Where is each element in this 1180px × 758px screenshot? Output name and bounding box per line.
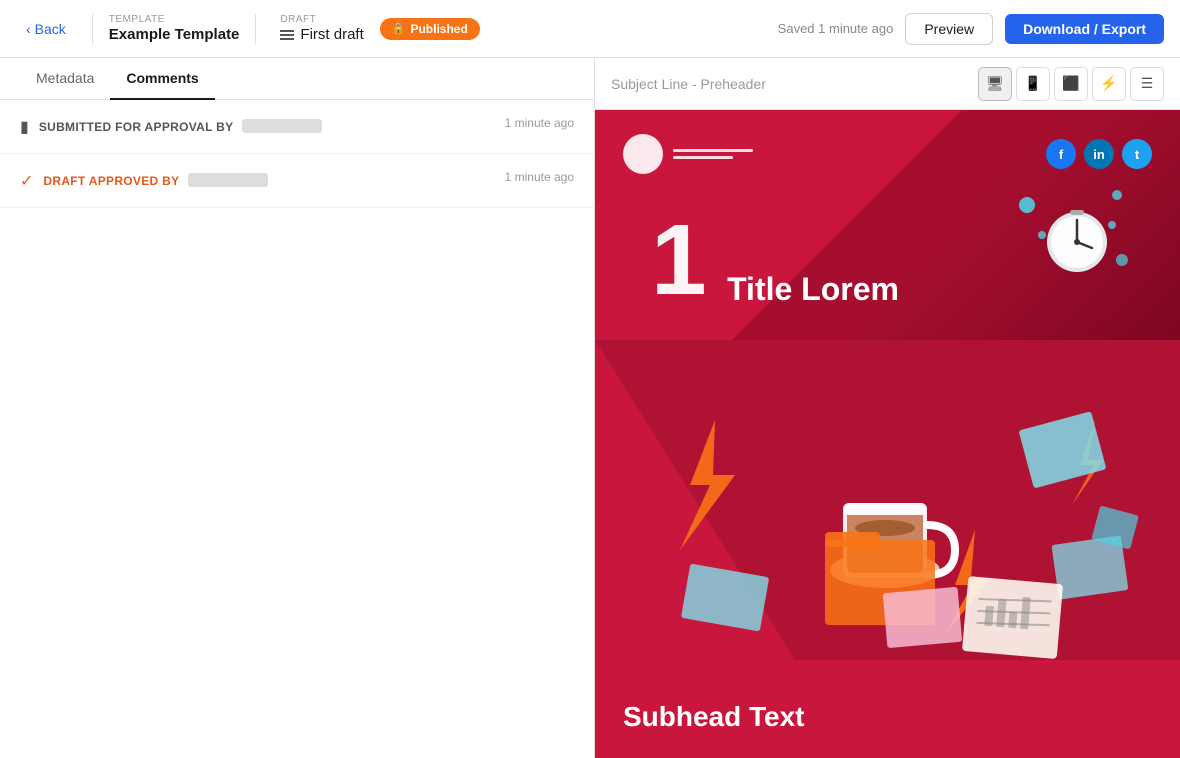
draft-menu-icon[interactable] [280,30,294,40]
back-button[interactable]: ‹ Back [16,15,76,43]
comment-item-2: ✓ DRAFT APPROVED BY 1 minute ago [0,154,594,208]
illustration-area [595,340,1180,665]
app-header: ‹ Back TEMPLATE Example Template DRAFT F… [0,0,1180,58]
bookmark-icon: ▮ [20,117,29,137]
email-hero: 1 Title Lorem [623,190,1152,340]
subject-line-label: Subject Line - Preheader [611,76,766,92]
comment-left: ▮ SUBMITTED FOR APPROVAL BY [20,116,493,137]
preview-header: Subject Line - Preheader 🖥 📱 ⬛ ⚡ ☰ [595,58,1180,110]
main-layout: Metadata Comments ▮ SUBMITTED FOR APPROV… [0,58,1180,758]
split-view-button[interactable]: ⬛ [1054,67,1088,101]
email-canvas: f in t 1 Title Lorem [595,110,1180,758]
check-icon: ✓ [20,171,33,191]
linkedin-icon[interactable]: in [1084,139,1114,169]
comment-user-blur [242,119,322,133]
hero-number: 1 [651,210,707,310]
template-info: TEMPLATE Example Template [109,14,240,43]
lock-icon: 🔒 [392,22,406,35]
logo-line-2 [673,156,733,159]
mobile-view-button[interactable]: 📱 [1016,67,1050,101]
preheader-text: Preheader [701,76,766,92]
comment-label: SUBMITTED FOR APPROVAL BY [39,120,234,134]
preview-button[interactable]: Preview [905,13,993,45]
email-preview: f in t 1 Title Lorem [595,110,1180,758]
comment-time: 1 minute ago [505,116,574,130]
saved-status: Saved 1 minute ago [778,21,894,36]
published-badge: 🔒 Published [380,18,480,40]
draft-info: DRAFT First draft [280,14,363,43]
template-label: TEMPLATE [109,14,240,25]
list-icon: ☰ [1141,75,1154,92]
subject-text: Subject Line [611,76,688,92]
email-top-row: f in t [623,134,1152,174]
facebook-icon[interactable]: f [1046,139,1076,169]
lightning-view-button[interactable]: ⚡ [1092,67,1126,101]
clock-decoration [1012,180,1132,300]
published-label: Published [410,22,467,36]
back-label: Back [35,21,66,37]
subhead-section: Subhead Text [595,685,1180,749]
illustration-svg [595,340,1180,660]
separator: - [692,76,701,92]
desktop-view-button[interactable]: 🖥 [978,67,1012,101]
email-header-bg: f in t 1 Title Lorem [595,110,1180,340]
subhead-text: Subhead Text [623,701,805,732]
comment-time-2: 1 minute ago [505,170,574,184]
social-icons: f in t [1046,139,1152,169]
split-icon: ⬛ [1062,75,1079,92]
logo-line-1 [673,149,753,152]
logo-circle [623,134,663,174]
comment-content-2: DRAFT APPROVED BY [43,172,267,190]
draft-name-row: First draft [280,26,363,43]
comment-item: ▮ SUBMITTED FOR APPROVAL BY 1 minute ago [0,100,594,154]
view-controls: 🖥 📱 ⬛ ⚡ ☰ [978,67,1164,101]
comment-label-2: DRAFT APPROVED BY [43,174,179,188]
mobile-icon: 📱 [1024,75,1041,92]
draft-name-text: First draft [300,26,363,43]
desktop-icon: 🖥 [986,75,1004,92]
lightning-icon: ⚡ [1100,75,1117,92]
draft-label: DRAFT [280,14,363,25]
tab-metadata[interactable]: Metadata [20,58,110,100]
left-panel: Metadata Comments ▮ SUBMITTED FOR APPROV… [0,58,595,758]
email-logo-area [623,134,753,174]
template-name: Example Template [109,26,240,43]
comment-left-2: ✓ DRAFT APPROVED BY [20,170,493,191]
comment-user-blur-2 [188,173,268,187]
comments-list: ▮ SUBMITTED FOR APPROVAL BY 1 minute ago… [0,100,594,758]
header-right: Saved 1 minute ago Preview Download / Ex… [778,13,1164,45]
tabs-row: Metadata Comments [0,58,594,100]
hero-title: Title Lorem [727,271,899,308]
header-divider-2 [255,13,256,45]
download-export-button[interactable]: Download / Export [1005,14,1164,44]
comment-content: SUBMITTED FOR APPROVAL BY [39,118,322,136]
back-arrow-icon: ‹ [26,21,31,37]
tab-comments[interactable]: Comments [110,58,214,100]
right-panel: Subject Line - Preheader 🖥 📱 ⬛ ⚡ ☰ [595,58,1180,758]
logo-lines [673,149,753,159]
list-view-button[interactable]: ☰ [1130,67,1164,101]
header-divider [92,13,93,45]
twitter-icon[interactable]: t [1122,139,1152,169]
